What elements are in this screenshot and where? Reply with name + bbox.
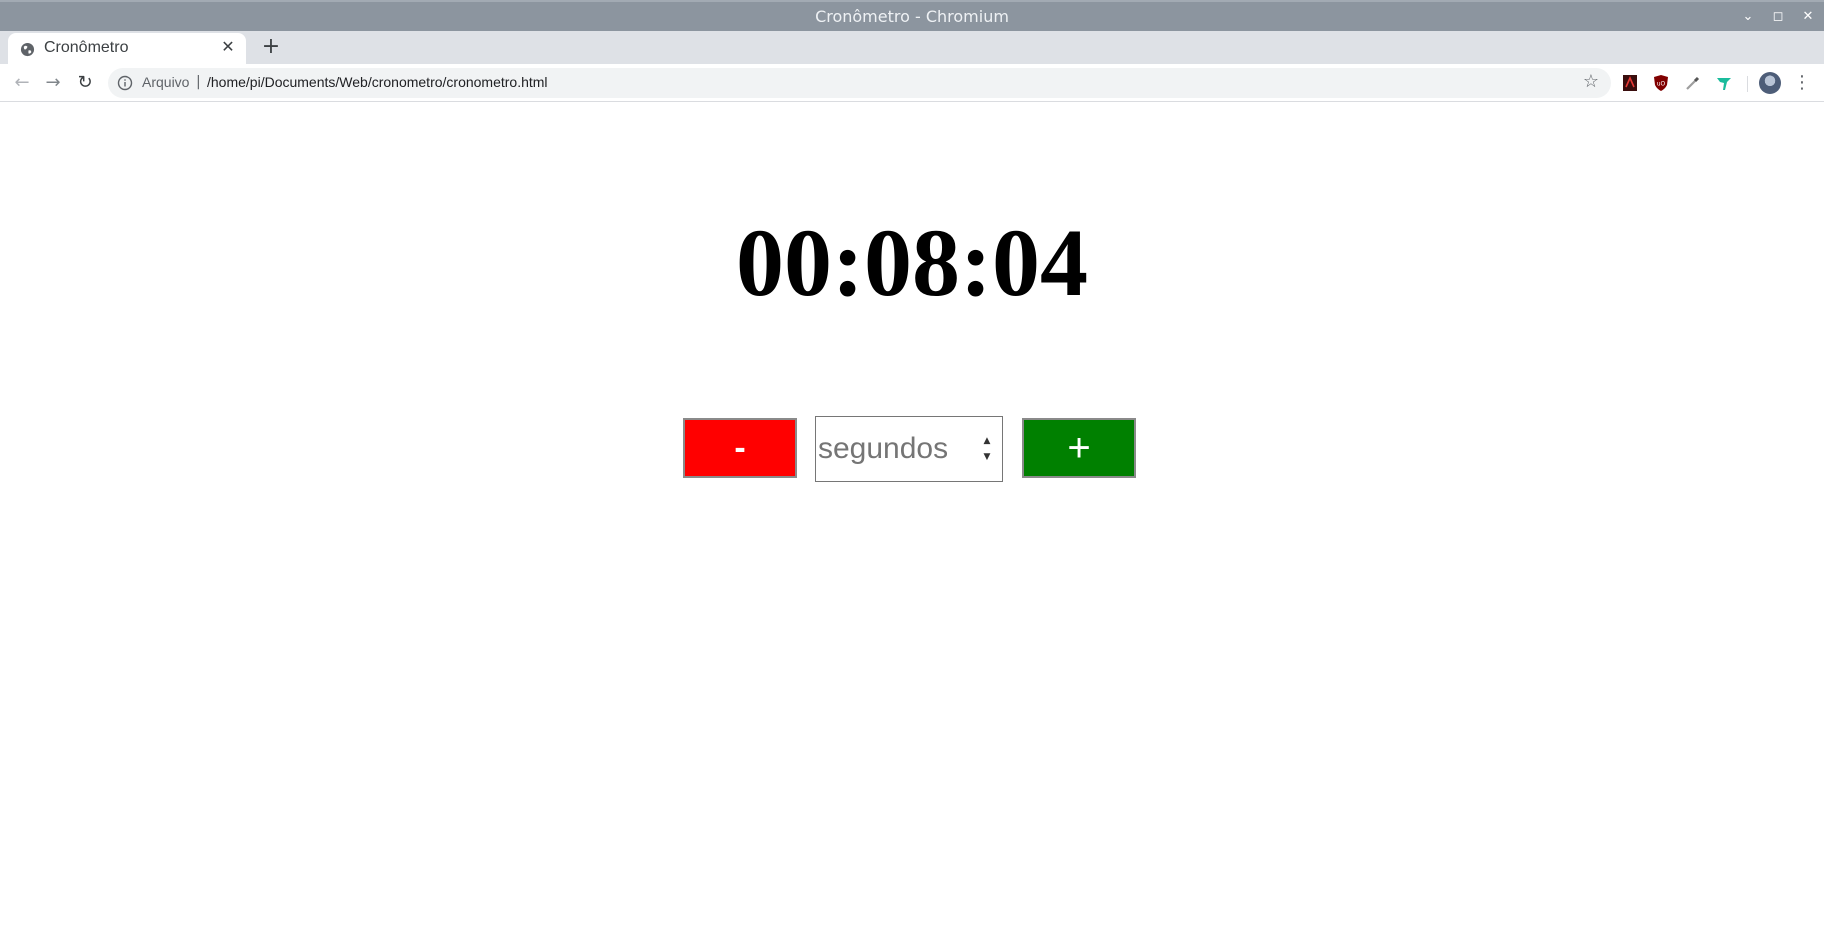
eyedropper-icon[interactable] <box>1683 73 1703 93</box>
bookmark-star-icon[interactable]: ☆ <box>1583 71 1599 92</box>
window-titlebar: Cronômetro - Chromium ⌄ ◻ ✕ <box>0 0 1824 31</box>
new-tab-button[interactable]: + <box>258 34 284 60</box>
stopwatch-display: 00:08:04 <box>736 209 1088 316</box>
decrease-button[interactable]: - <box>683 418 797 478</box>
toolbar-divider <box>1747 76 1748 92</box>
info-icon[interactable] <box>117 75 133 91</box>
minimize-button[interactable]: ⌄ <box>1738 8 1758 26</box>
page-content: 00:08:04 - ▲ ▼ + <box>0 103 1824 950</box>
forward-button[interactable]: → <box>40 70 66 96</box>
address-bar[interactable]: Arquivo | /home/pi/Documents/Web/cronome… <box>108 68 1611 98</box>
browser-menu-button[interactable]: ⋮ <box>1792 71 1812 95</box>
svg-text:uO: uO <box>1657 81 1666 88</box>
number-spinner[interactable]: ▲ ▼ <box>980 433 994 467</box>
tab-cronometro[interactable]: Cronômetro ✕ <box>8 33 246 64</box>
window-title: Cronômetro - Chromium <box>815 7 1009 26</box>
back-button[interactable]: ← <box>9 70 35 96</box>
maximize-button[interactable]: ◻ <box>1768 8 1788 26</box>
bird-extension-icon[interactable] <box>1714 73 1734 93</box>
ublock-icon[interactable]: uO <box>1651 73 1671 93</box>
increase-button[interactable]: + <box>1022 418 1136 478</box>
browser-toolbar: ← → ↻ Arquivo | /home/pi/Documents/Web/c… <box>0 64 1824 102</box>
pdf-extension-icon[interactable] <box>1620 73 1640 93</box>
window-controls: ⌄ ◻ ✕ <box>1738 8 1818 26</box>
tab-close-button[interactable]: ✕ <box>218 37 238 59</box>
globe-icon <box>20 42 35 57</box>
close-window-button[interactable]: ✕ <box>1798 8 1818 26</box>
spin-down-icon[interactable]: ▼ <box>980 449 994 465</box>
seconds-input-box[interactable]: ▲ ▼ <box>815 416 1003 482</box>
spin-up-icon[interactable]: ▲ <box>980 433 994 449</box>
tab-strip: Cronômetro ✕ + <box>0 31 1824 64</box>
profile-avatar[interactable] <box>1759 72 1781 94</box>
seconds-input[interactable] <box>816 417 976 481</box>
reload-button[interactable]: ↻ <box>72 70 98 96</box>
tab-title: Cronômetro <box>44 39 129 56</box>
scheme-label: Arquivo <box>142 74 190 90</box>
scheme-separator: | <box>196 74 201 90</box>
url-text[interactable]: /home/pi/Documents/Web/cronometro/cronom… <box>207 74 548 90</box>
